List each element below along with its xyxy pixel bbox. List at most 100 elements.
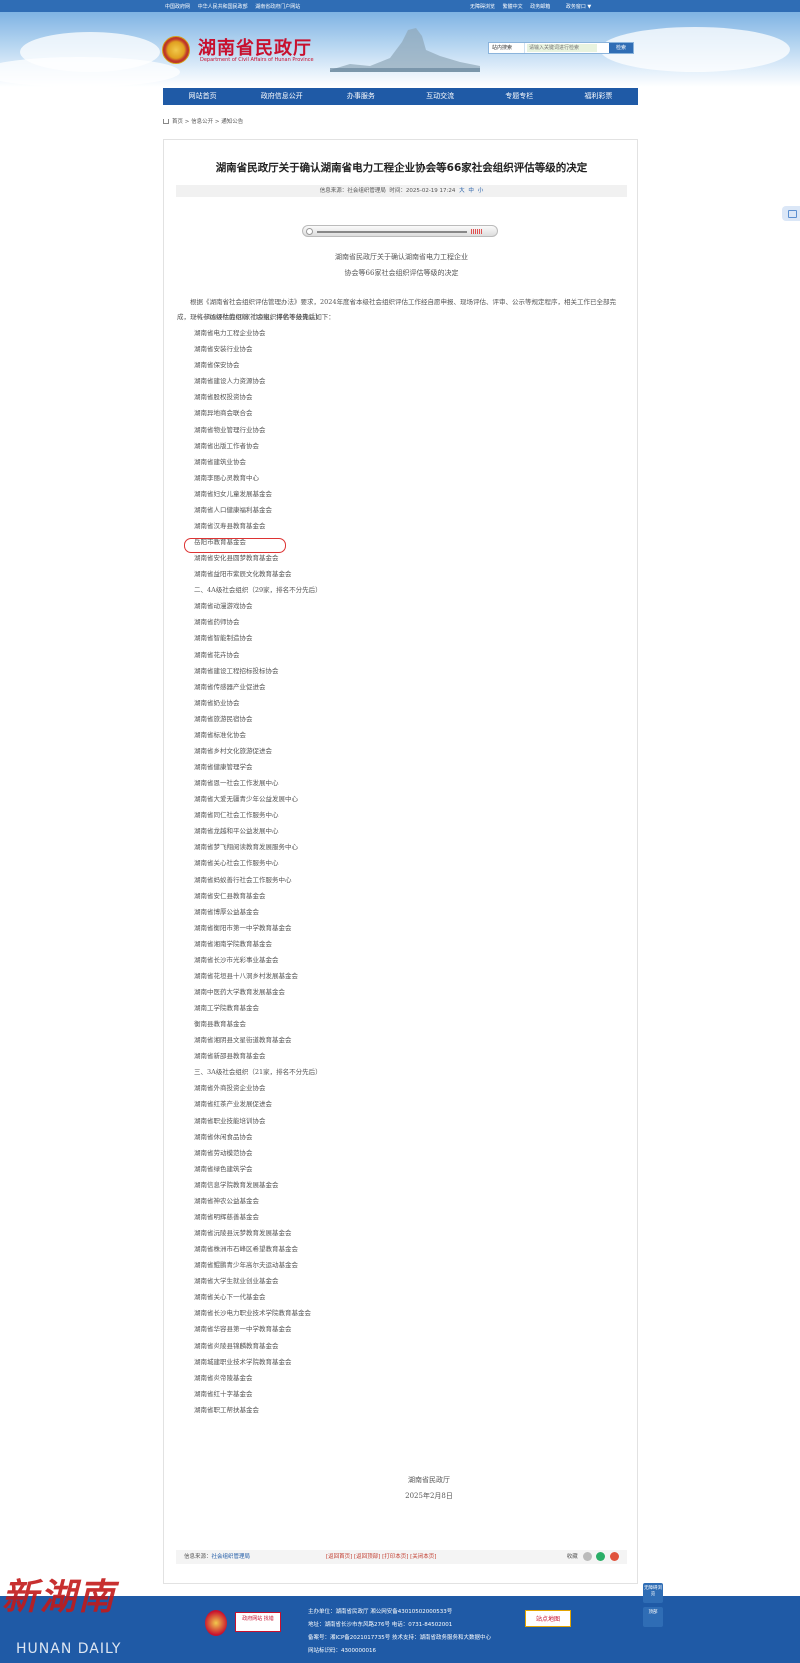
play-icon[interactable] [306,228,313,235]
org-list-item: 湖南省标准化协会 [194,730,246,739]
share-area: 收藏 [567,1550,619,1564]
search-bar: 站内搜索 检索 [488,42,634,54]
org-list-item: 湖南省长沙电力职业技术学院教育基金会 [194,1309,311,1318]
section-heading: 三、3A级社会组织（21家，排名不分先后） [194,1068,322,1077]
org-list-item: 湖南异地商会联合会 [194,409,253,418]
org-list-item: 湖南省沅陵县沅梦教育发展基金会 [194,1229,292,1237]
breadcrumb-text[interactable]: 首页 > 信息公开 > 通知公告 [172,119,243,125]
org-list-item: 湖南省梦飞翔阅读教育发展服务中心 [194,843,298,852]
share-icon[interactable] [582,1552,592,1561]
org-list-item: 湖南工学院教育基金会 [194,1004,259,1012]
org-list-item: 衡南县教育基金会 [194,1020,246,1029]
org-list-item: 湖南省博厚公益基金会 [194,907,259,916]
org-list-item: 湖南省绿色建筑学会 [194,1164,253,1173]
search-button[interactable]: 检索 [609,43,633,53]
highlight-circle [184,538,286,553]
nav-item-topics[interactable]: 专题专栏 [480,88,559,105]
org-list-item: 湖南省花垣县十八洞乡村发展基金会 [194,971,298,980]
top-link-hunan-portal[interactable]: 湖南省政府门户网站 [255,4,300,10]
org-list-item: 湖南省股权投资协会 [194,393,253,402]
site-subtitle: Department of Civil Affairs of Hunan Pro… [200,57,314,63]
footer-source: 信息来源：社会组织管理局 [184,1550,250,1564]
gov-email-link[interactable]: 政务邮箱 [530,4,550,10]
org-list-item: 湖南省明辉慈善基金会 [194,1212,259,1221]
org-list-item: 湖南省药师协会 [194,618,240,627]
audio-progress-track[interactable] [317,231,467,233]
org-list-item: 湖南省电力工程企业协会 [194,329,266,338]
search-input[interactable] [527,44,597,52]
nav-item-info-disclosure[interactable]: 政府信息公开 [242,88,321,105]
site-map-badge[interactable]: 站点地图 [525,1610,571,1627]
org-list-item: 湖南省红十字基金会 [194,1389,253,1398]
org-list-item: 湖南省出版工作者协会 [194,441,259,450]
nav-item-interaction[interactable]: 互动交流 [401,88,480,105]
watermark-en: HUNAN DAILY [16,1641,122,1657]
article-title: 湖南省民政厅关于确认湖南省电力工程企业协会等66家社会组织评估等级的决定 [215,162,588,174]
article-meta: 信息来源：社会组织管理局 时间：2025-02-19 17:24 大 中 小 [176,185,627,197]
article-actions[interactable]: [返回首页] [返回顶部] [打印本页] [关闭本页] [326,1550,436,1564]
top-link-mca[interactable]: 中华人民共和国民政部 [198,4,248,10]
org-list-item: 湖南省健康管理学会 [194,763,253,771]
org-list-item: 湖南省恩一社会工作发展中心 [194,779,279,787]
meta-source: 社会组织管理局 [347,188,386,194]
org-list-item: 湖南省同仁社会工作服务中心 [194,811,279,820]
gov-site-error-report[interactable]: 政府网站 找错 [235,1612,281,1632]
meta-time: 2025-02-19 17:24 [405,188,456,194]
org-list-item: 湖南省职工帮扶基金会 [194,1405,259,1414]
org-list-item: 湖南省长沙市光彩事业基金会 [194,955,279,964]
meta-source-label: 信息来源： [319,188,348,194]
back-to-top-button[interactable]: 顶部 [643,1607,663,1627]
party-emblem-icon[interactable] [205,1610,227,1636]
float-service-icon[interactable] [782,206,800,221]
accessibility-float-button[interactable]: 无障碍浏览 [643,1583,663,1603]
org-list-item: 湖南中医药大学教育发展基金会 [194,987,285,996]
top-links-right: 无障碍浏览 繁體中文 政务邮箱 政务窗口 ▼ [470,3,597,10]
org-list-item: 湖南省新邵县教育基金会 [194,1052,266,1061]
wechat-icon[interactable] [596,1552,606,1561]
footer-line: 地址：湖南省长沙市东风路276号 电话：0731-84502001 [308,1622,453,1628]
footer-line: 主办单位：湖南省民政厅 湘公网安备43010502000533号 [308,1609,453,1615]
org-list-item: 湖南省建筑业协会 [194,457,246,466]
org-list-item: 湖南省旅游民宿协会 [194,714,253,723]
org-list-item: 湖南省炎陵县锦麟教育基金会 [194,1341,279,1350]
portal-dropdown[interactable]: 政务窗口 ▼ [566,3,591,10]
org-list-item: 湖南省益阳市紫辰文化教育基金会 [194,570,292,579]
org-list-item: 湖南省大学生就业创业基金会 [194,1277,279,1286]
statue-skyline-icon [330,28,480,72]
org-list-item: 湖南省汉寿县教育基金会 [194,521,266,530]
org-list-item: 湖南省动漫游戏协会 [194,602,253,611]
org-list-item: 湖南省关心下一代基金会 [194,1293,266,1302]
org-list-item: 湖南省炎帝陵基金会 [194,1373,253,1382]
org-list-item: 湖南省人口健康福利基金会 [194,505,272,514]
nav-item-lottery[interactable]: 福利彩票 [559,88,638,105]
org-list-item: 湖南省奶业协会 [194,698,240,707]
watermark-logo: 新湖南 [2,1576,117,1618]
accessibility-link[interactable]: 无障碍浏览 [470,4,495,10]
volume-icon[interactable] [471,229,483,234]
font-size-medium[interactable]: 中 [468,188,474,194]
org-list-item: 湖南省神农公益基金会 [194,1196,259,1205]
favorite-label[interactable]: 收藏 [567,1554,578,1560]
org-list-item: 湖南省休闲食品协会 [194,1132,253,1141]
home-icon[interactable] [163,119,169,124]
weibo-icon[interactable] [610,1552,619,1561]
font-size-small[interactable]: 小 [478,188,484,194]
site-footer: 新湖南 HUNAN DAILY 政府网站 找错 主办单位：湖南省民政厅 湘公网安… [0,1576,800,1663]
org-list-item: 湖南省关心社会工作服务中心 [194,859,279,868]
org-list-item: 湖南省湘阴县文星街道教育基金会 [194,1036,292,1045]
top-links-left: 中国政府网 中华人民共和国民政部 湖南省政府门户网站 [165,3,306,10]
section-heading: 二、4A级社会组织（29家，排名不分先后） [194,586,322,595]
traditional-chinese-link[interactable]: 繁體中文 [503,4,523,10]
nav-item-services[interactable]: 办事服务 [321,88,400,105]
national-emblem-icon[interactable] [162,36,190,64]
org-list-item: 湖南省乡村文化旅游促进会 [194,746,272,755]
search-scope-select[interactable]: 站内搜索 [489,43,525,53]
nav-item-home[interactable]: 网站首页 [163,88,242,105]
org-list-item: 湖南省衡阳市第一中学教育基金会 [194,923,292,932]
top-link-gov[interactable]: 中国政府网 [165,4,190,10]
font-size-large[interactable]: 大 [459,188,465,194]
org-list-item: 湖南省安装行业协会 [194,345,253,354]
org-list-item: 湖南信息学院教育发展基金会 [194,1180,279,1189]
footer-source-link[interactable]: 社会组织管理局 [212,1554,251,1560]
breadcrumb: 首页 > 信息公开 > 通知公告 [163,117,243,125]
